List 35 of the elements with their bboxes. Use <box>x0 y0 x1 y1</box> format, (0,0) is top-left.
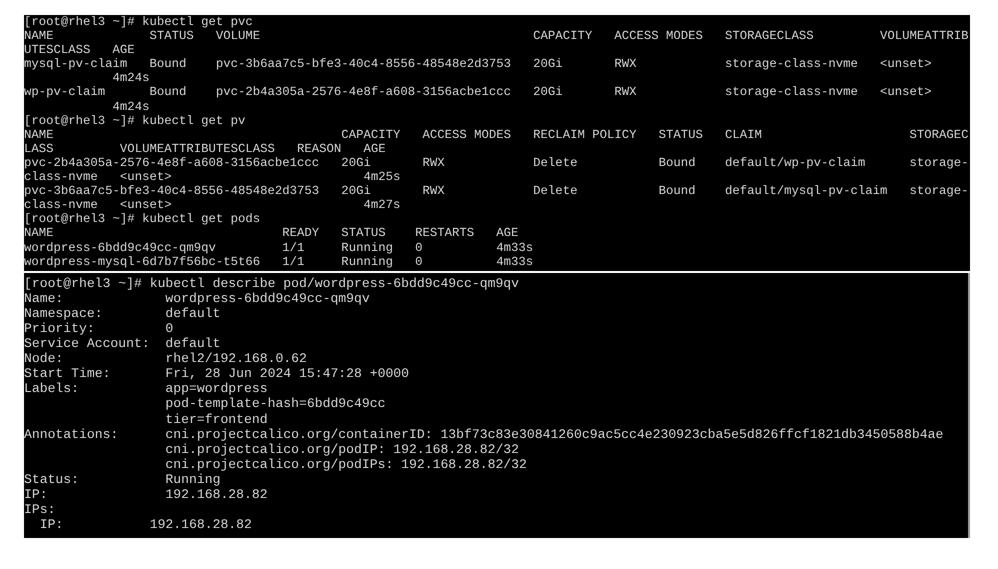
terminal-line: wordpress-mysql-6d7b7f56bc-t5t66 1/1 Running 0 4m33s <box>24 254 534 269</box>
terminal-line: IP: 192.168.28.82 <box>24 487 268 502</box>
terminal-line: wordpress-6bdd9c49cc-qm9qv 1/1 Running 0 4m33s <box>24 240 534 255</box>
terminal-line: pod-template-hash=6bdd9c49cc <box>164 396 386 412</box>
terminal-line: mysql-pv-claim Bound pvc-3b6aa7c5-bfe3-40c4-8556-48548e2d3753 20Gi RWX storage-class-nvme <unset> <box>24 57 932 72</box>
terminal-line: cni.projectcalico.org/podIPs: 192.168.28.82/32 <box>164 456 527 472</box>
terminal-line: 4m24s <box>112 71 150 86</box>
terminal-line: [root@rhel3 ~]# kubectl get pv <box>24 114 246 128</box>
terminal-line: Node: rhel2/192.168.0.62 <box>24 351 307 366</box>
terminal-line: IPs: <box>24 502 56 518</box>
terminal-line: wp-pv-claim Bound pvc-2b4a305a-2576-4e8f-a608-3156acbe1ccc 20Gi RWX storage-class-nvme <unset> <box>24 85 932 100</box>
terminal-line: class-nvme <unset> 4m25s <box>24 170 400 184</box>
terminal-line: Name: wordpress-6bdd9c49cc-qm9qv <box>24 290 370 306</box>
terminal-line: Service Account: default <box>24 336 220 352</box>
terminal-line: NAME CAPACITY ACCESS MODES RECLAIM POLICY STATUS CLAIM STORAGEC <box>24 128 969 142</box>
terminal-line: UTESCLASS AGE <box>24 43 135 58</box>
terminal-line: pvc-2b4a305a-2576-4e8f-a608-3156acbe1ccc 20Gi RWX Delete Bound default/wp-pv-claim storage- <box>24 156 969 170</box>
terminal-line: Start Time: Fri, 28 Jun 2024 15:47:28 +0000 <box>24 366 410 382</box>
terminal-line: tier=frontend <box>164 412 268 427</box>
terminal-line: pvc-3b6aa7c5-bfe3-40c4-8556-48548e2d3753 20Gi RWX Delete Bound default/mysql-pv-claim storage- <box>24 184 969 198</box>
terminal-line: Annotations: cni.projectcalico.org/containerID: 13bf73c83e30841260c9ac5cc4e230923cba5e5d826ffcf1821db3450588b4ae <box>24 426 944 442</box>
terminal-line: cni.projectcalico.org/podIP: 192.168.28.82/32 <box>164 442 520 457</box>
terminal-line: Labels: app=wordpress <box>24 381 268 396</box>
terminal-line: [root@rhel3 ~]# kubectl get pods <box>24 212 260 226</box>
terminal-line: Namespace: default <box>24 306 220 321</box>
terminal-line: NAME READY STATUS RESTARTS AGE <box>24 226 518 240</box>
terminal-line: Status: Running <box>24 472 220 487</box>
terminal-line: Priority: 0 <box>24 320 174 336</box>
terminal-line: NAME STATUS VOLUME CAPACITY ACCESS MODES STORAGECLASS VOLUMEATTRIB <box>24 29 969 44</box>
terminal-line: 4m24s <box>112 100 150 114</box>
terminal-line: [root@rhel3 ~]# kubectl get pvc <box>24 15 253 30</box>
terminal-line: IP: 192.168.28.82 <box>38 517 252 532</box>
terminal-line: LASS VOLUMEATTRIBUTESCLASS REASON AGE <box>24 142 386 156</box>
terminal-line: [root@rhel3 ~]# kubectl describe pod/wordpress-6bdd9c49cc-qm9qv <box>24 276 520 291</box>
terminal-line: class-nvme <unset> 4m27s <box>24 198 400 212</box>
